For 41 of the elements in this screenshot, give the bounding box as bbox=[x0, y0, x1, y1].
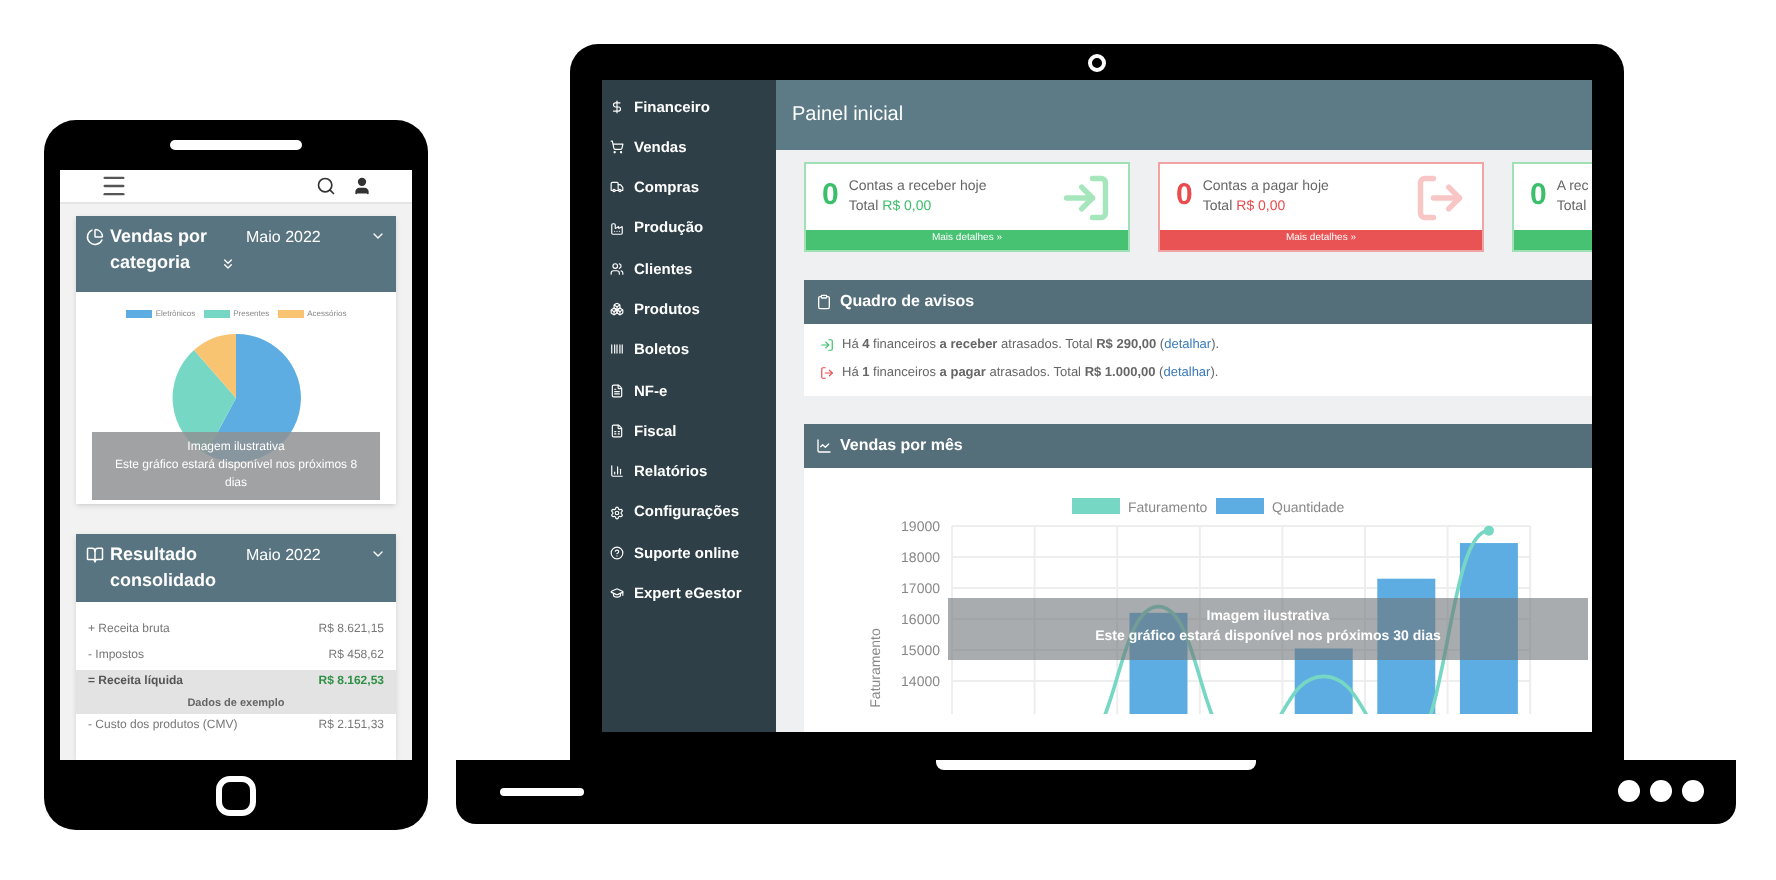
boxes-icon bbox=[610, 302, 624, 317]
vent-slot bbox=[500, 788, 584, 796]
chart-point bbox=[1483, 524, 1494, 535]
card-period: Maio 2022 bbox=[246, 544, 321, 568]
enter-arrow-icon bbox=[820, 338, 834, 353]
truck-icon bbox=[610, 180, 624, 195]
help-icon bbox=[610, 545, 624, 560]
document-icon bbox=[610, 383, 624, 398]
panel-title: Vendas por mês bbox=[840, 433, 963, 457]
dollar-icon bbox=[610, 99, 624, 114]
card-title: Vendas por categoria bbox=[110, 224, 210, 276]
page-title: Painel inicial bbox=[792, 102, 904, 130]
factory-icon bbox=[610, 221, 624, 236]
count: 0 bbox=[1176, 176, 1193, 217]
card-period: Maio 2022 bbox=[246, 226, 321, 250]
user-icon[interactable] bbox=[352, 176, 372, 196]
panel-title: Quadro de avisos bbox=[840, 290, 975, 314]
cart-icon bbox=[610, 139, 624, 154]
spreadsheet-icon bbox=[610, 424, 624, 439]
line-chart-icon bbox=[816, 437, 832, 453]
camera-icon bbox=[1088, 54, 1106, 72]
chevron-icon[interactable] bbox=[370, 228, 386, 244]
book-icon bbox=[86, 546, 104, 564]
pie-icon bbox=[86, 228, 104, 246]
bar-chart-icon bbox=[610, 464, 624, 479]
settings-icon bbox=[610, 505, 624, 520]
exit-arrow-icon bbox=[820, 366, 834, 381]
search-icon[interactable] bbox=[316, 176, 336, 196]
count: 0 bbox=[822, 176, 839, 217]
home-button[interactable] bbox=[216, 776, 256, 816]
users-icon bbox=[610, 261, 624, 276]
barcode-icon bbox=[610, 342, 624, 357]
expand-icon[interactable] bbox=[220, 256, 236, 272]
chevron-icon[interactable] bbox=[370, 546, 386, 562]
graduation-cap-icon bbox=[610, 586, 624, 601]
phone-speaker bbox=[170, 140, 302, 150]
clipboard-icon bbox=[816, 294, 832, 310]
chart-bar bbox=[1294, 647, 1353, 713]
count: 0 bbox=[1530, 176, 1547, 217]
card-title: Resultado consolidado bbox=[110, 542, 219, 594]
menu-icon[interactable] bbox=[100, 172, 128, 200]
